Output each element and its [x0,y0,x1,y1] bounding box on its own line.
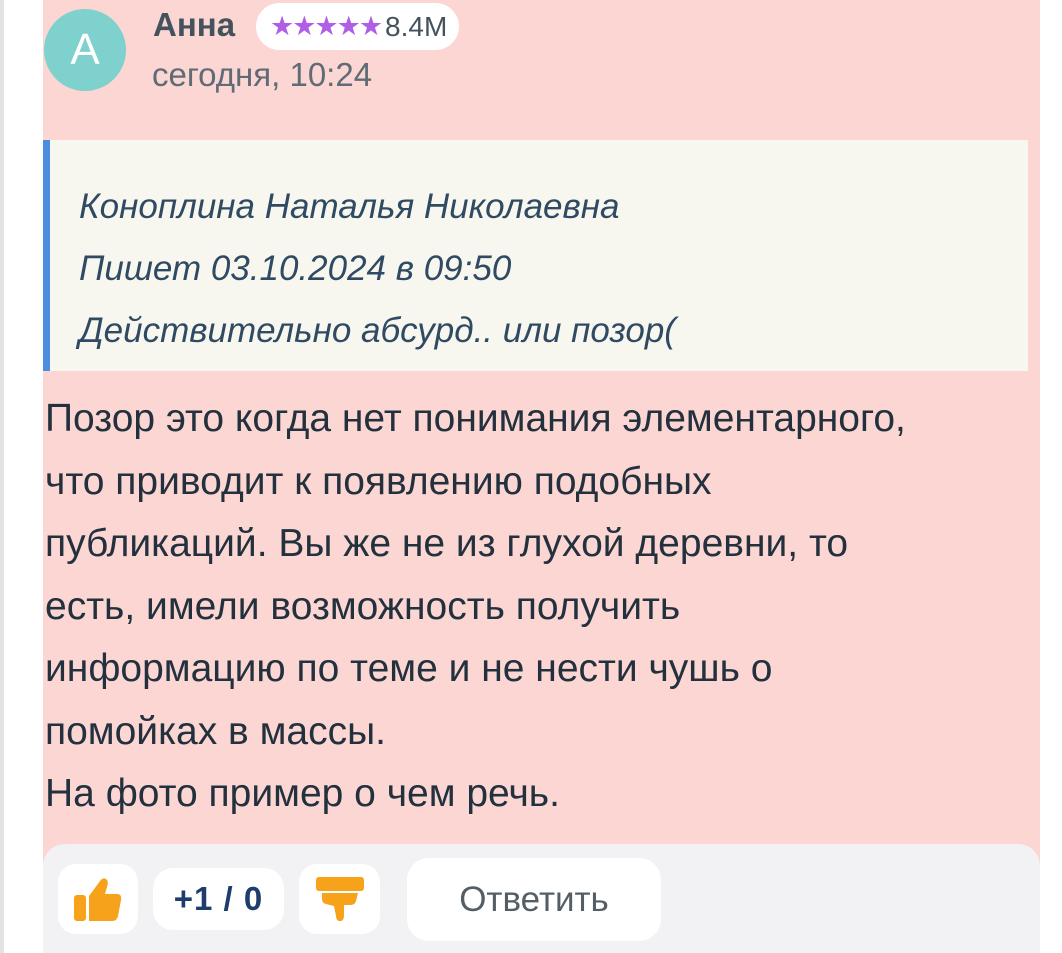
dislike-button[interactable] [299,864,380,934]
comment-text: Позор это когда нет понимания элементарн… [45,388,1040,826]
quote-date: Пишет 03.10.2024 в 09:50 [79,249,512,288]
comment-line: На фото пример о чем речь. [45,772,560,815]
rating-badge[interactable]: ★★★★★ 8.4M [256,3,460,50]
quote-block: Коноплина Наталья Николаевна Пишет 03.10… [43,140,1028,371]
quote-text: Действительно абсурд.. или позор( [79,311,676,350]
comment-line: помойках в массы. [45,709,386,753]
post-time: сегодня, 10:24 [152,56,373,93]
thumbs-up-icon [74,878,122,921]
author-name[interactable]: Анна [153,6,235,44]
avatar[interactable]: A [44,9,126,91]
reply-button[interactable]: Ответить [407,858,661,941]
vote-score: +1 / 0 [153,868,284,930]
comment-line: информацию по теме и не нести чушь о [45,647,773,690]
comment-line: публикаций. Вы же не из глухой деревни, … [45,522,849,565]
rating-stars-icon: ★★★★★ [270,11,383,41]
page-gutter [1040,0,1062,953]
quote-author: Коноплина Наталья Николаевна [79,187,620,226]
thumbs-down-icon [315,877,364,922]
comment-line: что приводит к появлению подобных [45,459,712,503]
rating-value: 8.4M [385,10,448,42]
page-edge-divider [0,0,4,953]
like-button[interactable] [58,864,138,934]
comment-line: Позор это когда нет понимания элементарн… [45,397,906,440]
comment-line: есть, имели возможность получить [45,584,681,628]
